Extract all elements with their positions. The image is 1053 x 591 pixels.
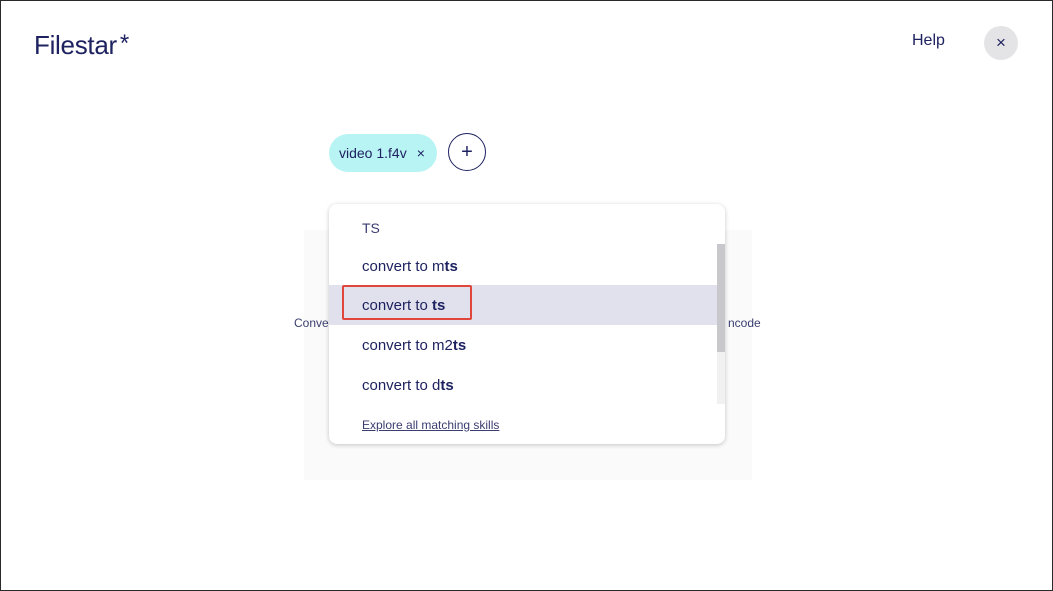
logo-text: Filestar (34, 30, 117, 60)
remove-file-icon[interactable]: × (417, 145, 425, 161)
skills-dropdown: TS convert to m ts convert to ts convert … (329, 204, 725, 444)
dropdown-item-convert-to-dts[interactable]: convert to d ts (329, 365, 717, 405)
item-match: ts (432, 296, 446, 314)
item-match: ts (444, 257, 458, 275)
plus-icon: + (461, 140, 473, 163)
background-text-left: Conve (294, 316, 329, 330)
item-prefix: convert to (362, 296, 433, 314)
add-file-button[interactable]: + (448, 133, 486, 171)
item-prefix: convert to d (362, 376, 441, 394)
help-link[interactable]: Help (912, 32, 945, 50)
dropdown-header: TS (362, 220, 380, 236)
item-match: ts (440, 376, 454, 394)
close-button[interactable]: × (984, 26, 1018, 60)
dropdown-item-convert-to-mts[interactable]: convert to m ts (329, 246, 717, 286)
dropdown-scrollbar-thumb[interactable] (717, 244, 725, 352)
dropdown-item-convert-to-m2ts[interactable]: convert to m2 ts (329, 325, 717, 365)
logo-star-icon: * (119, 30, 129, 57)
item-prefix: convert to m2 (362, 336, 453, 354)
item-prefix: convert to m (362, 257, 445, 275)
close-icon: × (996, 33, 1006, 52)
explore-all-skills-link[interactable]: Explore all matching skills (362, 418, 499, 432)
filestar-logo[interactable]: Filestar * (34, 30, 129, 61)
file-chip: video 1.f4v × (329, 134, 437, 172)
file-name: video 1.f4v (339, 145, 407, 161)
background-text-right: ncode (728, 316, 761, 330)
dropdown-item-convert-to-ts[interactable]: convert to ts (329, 285, 717, 325)
item-match: ts (452, 336, 467, 354)
